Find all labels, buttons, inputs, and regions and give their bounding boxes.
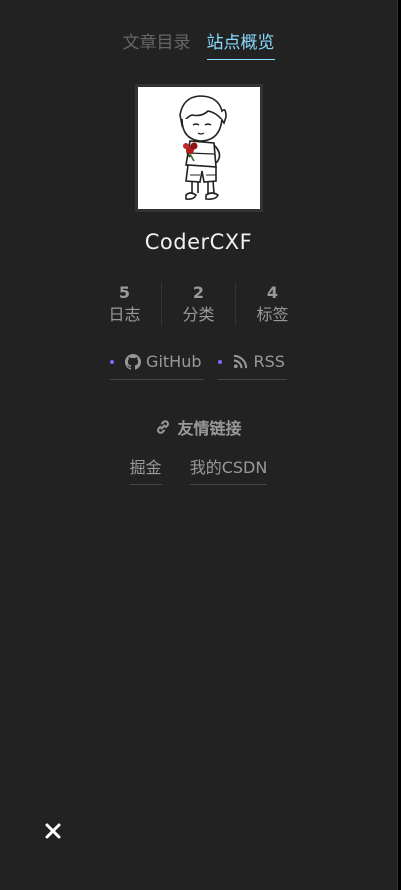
github-icon (125, 353, 142, 370)
author-name: CoderCXF (144, 230, 253, 254)
blogroll-link-juejin[interactable]: 掘金 (129, 454, 162, 485)
tab-overview[interactable]: 站点概览 (206, 28, 275, 60)
social-links: GitHub RSS (0, 352, 397, 380)
bullet-dot (217, 359, 222, 364)
stat-categories[interactable]: 2 分类 (161, 282, 235, 326)
close-icon[interactable] (44, 822, 62, 840)
stat-tags-label: 标签 (256, 305, 289, 324)
bullet-dot (110, 359, 115, 364)
blogroll-title-text: 友情链接 (177, 419, 242, 438)
sidebar-tabs: 文章目录 站点概览 (0, 28, 397, 60)
stat-tags[interactable]: 4 标签 (235, 282, 309, 326)
stat-categories-label: 分类 (182, 305, 215, 324)
blogroll-title: 友情链接 (0, 415, 397, 439)
site-stats: 5 日志 2 分类 4 标签 (0, 282, 397, 326)
github-label: GitHub (146, 352, 202, 371)
rss-label: RSS (253, 352, 285, 371)
avatar (135, 84, 263, 212)
avatar-illustration (138, 87, 260, 209)
sidebar: 文章目录 站点概览 CoderCXF 5 日志 2 分类 4 标签 GitHub… (0, 0, 398, 890)
stat-posts-count: 5 (118, 283, 131, 302)
github-link[interactable]: GitHub (110, 352, 204, 380)
blogroll-link-csdn[interactable]: 我的CSDN (189, 454, 268, 485)
rss-icon (233, 354, 249, 370)
blogroll-links: 掘金 我的CSDN (0, 454, 397, 485)
stat-categories-count: 2 (192, 283, 205, 302)
link-icon (155, 419, 171, 435)
rss-link[interactable]: RSS (217, 352, 287, 380)
stat-posts[interactable]: 5 日志 (88, 282, 161, 326)
stat-posts-label: 日志 (108, 305, 141, 324)
tab-toc[interactable]: 文章目录 (123, 28, 191, 60)
stat-tags-count: 4 (266, 283, 279, 302)
